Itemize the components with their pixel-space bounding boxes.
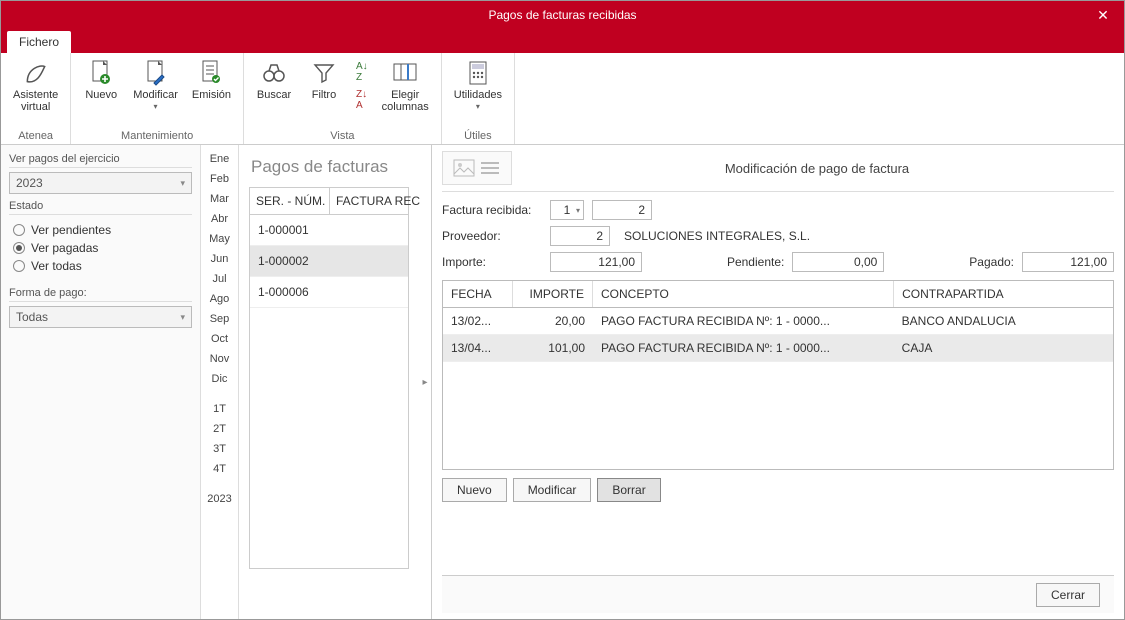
importe-value: 121,00 (550, 252, 642, 272)
list-icon (479, 159, 501, 177)
titlebar: Pagos de facturas recibidas ✕ (1, 1, 1124, 29)
month-dic[interactable]: Dic (212, 369, 228, 389)
detail-footer: Cerrar (442, 575, 1114, 613)
list-row[interactable]: 1-000006 (250, 277, 408, 308)
month-mar[interactable]: Mar (210, 189, 229, 209)
month-jun[interactable]: Jun (211, 249, 229, 269)
pagado-value: 121,00 (1022, 252, 1114, 272)
chevron-down-icon: ▾ (180, 178, 185, 189)
ver-pagos-label: Ver pagos del ejercicio (9, 151, 192, 168)
detail-nuevo-button[interactable]: Nuevo (442, 478, 507, 502)
nuevo-button[interactable]: Nuevo (77, 57, 125, 103)
buscar-button[interactable]: Buscar (250, 57, 298, 103)
year-2023[interactable]: 2023 (207, 489, 231, 509)
image-icon (453, 159, 475, 177)
binoculars-icon (260, 59, 288, 87)
document-edit-icon (142, 59, 170, 87)
detail-title: Modificación de pago de factura (520, 161, 1114, 176)
chevron-down-icon: ▾ (476, 102, 480, 111)
payment-row[interactable]: 13/02... 20,00 PAGO FACTURA RECIBIDA Nº:… (443, 308, 1113, 335)
quarter-4t[interactable]: 4T (213, 459, 226, 479)
sort-buttons[interactable]: A↓Z Z↓A (350, 57, 374, 115)
radio-todas[interactable]: Ver todas (13, 259, 192, 273)
col-contrapartida[interactable]: CONTRAPARTIDA (894, 281, 1113, 307)
proveedor-name: SOLUCIONES INTEGRALES, S.L. (618, 226, 1114, 246)
document-plus-icon (87, 59, 115, 87)
month-nov[interactable]: Nov (210, 349, 230, 369)
group-vista: Vista (330, 130, 354, 142)
chevron-down-icon: ▾ (154, 102, 158, 111)
group-utiles: Útiles (464, 130, 492, 142)
pagado-label: Pagado: (969, 255, 1014, 269)
asistente-virtual-button[interactable]: Asistentevirtual (7, 57, 64, 115)
detail-panel: Modificación de pago de factura Factura … (431, 145, 1124, 619)
col-ser-num[interactable]: SER. - NÚM. (250, 188, 330, 214)
invoice-list-table: SER. - NÚM. FACTURA REC 1-000001 1-00000… (249, 187, 409, 569)
tab-fichero[interactable]: Fichero (7, 31, 71, 53)
detail-borrar-button[interactable]: Borrar (597, 478, 660, 502)
month-sep[interactable]: Sep (210, 309, 230, 329)
list-row[interactable]: 1-000001 (250, 215, 408, 246)
proveedor-cod-input[interactable]: 2 (550, 226, 610, 246)
payment-row[interactable]: 13/04... 101,00 PAGO FACTURA RECIBIDA Nº… (443, 335, 1113, 362)
list-title: Pagos de facturas (251, 157, 409, 177)
pendiente-label: Pendiente: (727, 255, 784, 269)
funnel-icon (310, 59, 338, 87)
radio-pendientes[interactable]: Ver pendientes (13, 223, 192, 237)
columns-icon (391, 59, 419, 87)
pendiente-value: 0,00 (792, 252, 884, 272)
group-atenea: Atenea (18, 130, 53, 142)
payments-table: FECHA IMPORTE CONCEPTO CONTRAPARTIDA 13/… (442, 280, 1114, 470)
modificar-button[interactable]: Modificar ▾ (127, 57, 184, 113)
close-icon[interactable]: ✕ (1082, 1, 1124, 29)
forma-pago-label: Forma de pago: (9, 285, 192, 302)
split-handle[interactable]: ▸ (419, 145, 431, 619)
ribbon: Asistentevirtual Atenea Nuevo Modificar (1, 53, 1124, 145)
list-row[interactable]: 1-000002 (250, 246, 408, 277)
month-may[interactable]: May (209, 229, 230, 249)
col-factura[interactable]: FACTURA REC (330, 188, 426, 214)
factura-ser-combo[interactable]: 1▾ (550, 200, 584, 220)
chevron-down-icon: ▾ (180, 312, 185, 323)
forma-pago-combo[interactable]: Todas ▾ (9, 306, 192, 328)
col-fecha[interactable]: FECHA (443, 281, 513, 307)
year-combo[interactable]: 2023 ▾ (9, 172, 192, 194)
detail-modificar-button[interactable]: Modificar (513, 478, 592, 502)
radio-pagadas[interactable]: Ver pagadas (13, 241, 192, 255)
left-panel: Ver pagos del ejercicio 2023 ▾ Estado Ve… (1, 145, 201, 619)
ribbon-tabstrip: Fichero (1, 29, 1124, 53)
emision-button[interactable]: Emisión (186, 57, 237, 103)
quarter-1t[interactable]: 1T (213, 399, 226, 419)
sort-desc-icon[interactable]: Z↓A (352, 87, 372, 113)
month-ago[interactable]: Ago (210, 289, 230, 309)
elegir-columnas-button[interactable]: Elegircolumnas (376, 57, 435, 115)
proveedor-label: Proveedor: (442, 229, 542, 243)
detail-view-icons[interactable] (442, 151, 512, 185)
month-jul[interactable]: Jul (212, 269, 226, 289)
document-list-icon (197, 59, 225, 87)
col-importe[interactable]: IMPORTE (513, 281, 593, 307)
col-concepto[interactable]: CONCEPTO (593, 281, 894, 307)
month-oct[interactable]: Oct (211, 329, 228, 349)
factura-recibida-label: Factura recibida: (442, 203, 542, 217)
month-abr[interactable]: Abr (211, 209, 228, 229)
month-ene[interactable]: Ene (210, 149, 230, 169)
quarter-2t[interactable]: 2T (213, 419, 226, 439)
sort-asc-icon[interactable]: A↓Z (352, 59, 372, 85)
window-title: Pagos de facturas recibidas (488, 8, 636, 22)
importe-label: Importe: (442, 255, 542, 269)
cerrar-button[interactable]: Cerrar (1036, 583, 1100, 607)
month-feb[interactable]: Feb (210, 169, 229, 189)
alpha-icon (22, 59, 50, 87)
month-filter-column: Ene Feb Mar Abr May Jun Jul Ago Sep Oct … (201, 145, 239, 619)
calculator-icon (464, 59, 492, 87)
filtro-button[interactable]: Filtro (300, 57, 348, 103)
group-mantenimiento: Mantenimiento (121, 130, 193, 142)
utilidades-button[interactable]: Utilidades ▾ (448, 57, 508, 113)
quarter-3t[interactable]: 3T (213, 439, 226, 459)
factura-num-input[interactable]: 2 (592, 200, 652, 220)
estado-label: Estado (9, 198, 192, 215)
